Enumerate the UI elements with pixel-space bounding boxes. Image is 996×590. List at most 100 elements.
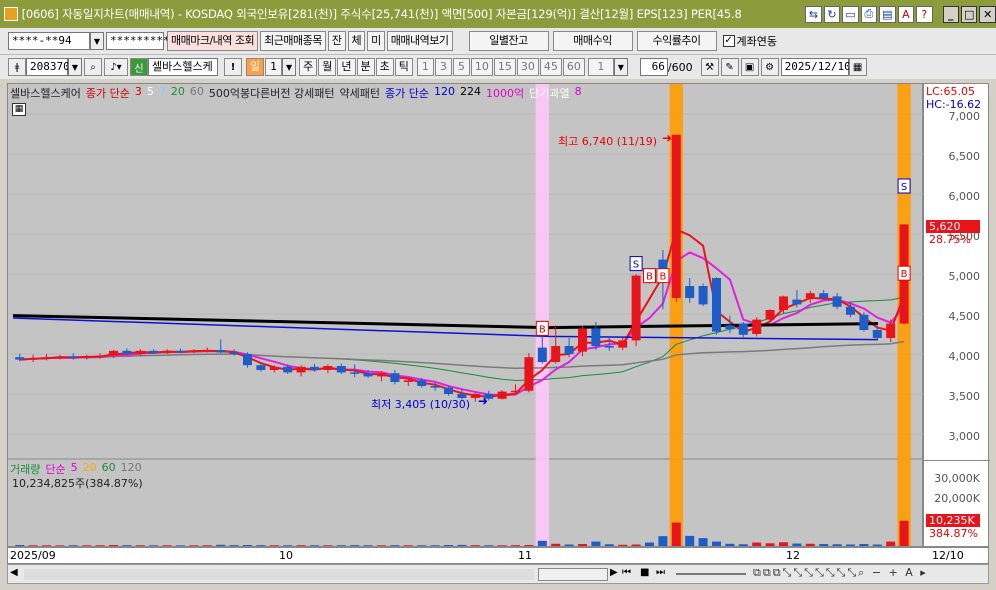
period-year-button[interactable]: 년 bbox=[337, 58, 356, 76]
volume-bar bbox=[95, 545, 105, 546]
chart-area[interactable]: BSBBSB bbox=[7, 83, 924, 547]
stock-name-input[interactable]: 셀바스헬스케 bbox=[148, 58, 218, 76]
interval-5[interactable]: 5 bbox=[452, 58, 470, 76]
candle-body bbox=[256, 365, 266, 370]
interval-60[interactable]: 60 bbox=[562, 58, 585, 76]
volume-bar bbox=[484, 545, 494, 546]
volume-bar bbox=[336, 545, 346, 546]
unexecuted-button[interactable]: 미 bbox=[367, 31, 385, 51]
volume-bar bbox=[55, 545, 65, 546]
settings-icon[interactable]: ⚙ bbox=[760, 58, 779, 76]
account-link-checkbox[interactable]: ✓ 계좌연동 bbox=[722, 33, 777, 49]
period-second-button[interactable]: 초 bbox=[375, 58, 394, 76]
executed-button[interactable]: 체 bbox=[347, 31, 366, 51]
trade-history-button[interactable]: 매매내역보기 bbox=[386, 31, 453, 51]
candle-body bbox=[202, 350, 212, 352]
interval-1[interactable]: 1 bbox=[416, 58, 434, 76]
candle-body bbox=[779, 296, 788, 310]
bottom-scrollbar[interactable]: ◀ ▶ ⏮ ■ ⏭ ⧉⧉⧉⤡⤡⤡⤡⤡⤡⤡⌕ − + A ▸ bbox=[7, 564, 989, 584]
forward-icon[interactable]: ⏭ bbox=[656, 567, 665, 578]
print-icon[interactable]: ⎙ bbox=[860, 5, 878, 23]
interval-10[interactable]: 10 bbox=[470, 58, 493, 76]
candle-body bbox=[109, 350, 118, 356]
alert-icon[interactable]: ! bbox=[224, 58, 242, 76]
lock-icon[interactable]: ǂ bbox=[8, 58, 26, 76]
stock-code-dropdown[interactable]: ▼ bbox=[68, 58, 82, 76]
candle-body bbox=[511, 390, 520, 393]
candle-body bbox=[591, 328, 601, 346]
bar-count-input[interactable]: 66 bbox=[639, 58, 668, 76]
grid-icon[interactable]: ▦ bbox=[12, 103, 26, 116]
scroll-right-icon[interactable]: ▶ bbox=[610, 567, 618, 578]
volume-bar bbox=[738, 544, 748, 546]
interval-30[interactable]: 30 bbox=[516, 58, 539, 76]
count-select[interactable]: 1 bbox=[587, 58, 614, 76]
recent-trades-button[interactable]: 최근매매종목 bbox=[260, 31, 326, 51]
rewind-icon[interactable]: ⏮ bbox=[622, 567, 631, 578]
save-icon[interactable]: ▤ bbox=[879, 5, 896, 23]
volume-tick: 20,000K bbox=[934, 492, 980, 505]
calendar-icon[interactable]: ▦ bbox=[848, 58, 867, 76]
volume-bar bbox=[712, 541, 721, 546]
interval-3[interactable]: 3 bbox=[434, 58, 452, 76]
trade-marker-label: S bbox=[901, 182, 907, 193]
volume-bar bbox=[819, 544, 829, 546]
period-minute-button[interactable]: 분 bbox=[356, 58, 375, 76]
scroll-left-icon[interactable]: ◀ bbox=[10, 567, 18, 578]
draw-icon[interactable]: ✎ bbox=[720, 58, 739, 76]
password-input[interactable]: ********* bbox=[106, 32, 170, 50]
volume-bar bbox=[872, 544, 882, 546]
account-input[interactable]: ****-**94 bbox=[8, 32, 90, 50]
volume-bar bbox=[832, 544, 842, 546]
help-icon[interactable]: ? bbox=[916, 5, 933, 23]
last-volume-tag: 10,235K bbox=[926, 514, 980, 527]
candle-body bbox=[752, 319, 762, 334]
speaker-icon[interactable]: ♪▾ bbox=[104, 58, 128, 76]
period-number[interactable]: 1 bbox=[265, 58, 283, 76]
tools-icon[interactable]: ⚒ bbox=[700, 58, 719, 76]
volume-bar bbox=[444, 545, 453, 546]
interval-15[interactable]: 15 bbox=[493, 58, 516, 76]
period-dropdown[interactable]: ▼ bbox=[282, 58, 297, 76]
daily-balance-button[interactable]: 일별잔고 bbox=[468, 31, 549, 51]
trade-mark-query-button[interactable]: 매매마크/내역 조회 bbox=[167, 31, 259, 51]
date-input[interactable]: 2025/12/10 bbox=[780, 58, 851, 76]
period-week-button[interactable]: 주 bbox=[299, 58, 318, 76]
account-dropdown[interactable]: ▼ bbox=[90, 32, 104, 50]
period-day-button[interactable]: 일 bbox=[246, 58, 265, 76]
price-axis: LC:65.05 HC:-16.62 7,000 6,500 6,000 5,5… bbox=[923, 83, 990, 547]
volume-bar bbox=[497, 545, 507, 546]
count-dropdown[interactable]: ▼ bbox=[613, 58, 628, 76]
period-tick-button[interactable]: 틱 bbox=[394, 58, 413, 76]
stock-code-input[interactable]: 208370 bbox=[26, 58, 70, 76]
search-icon[interactable]: ⌕ bbox=[84, 58, 102, 76]
return-trend-button[interactable]: 수익률추이 bbox=[636, 31, 717, 51]
zoom-slider[interactable] bbox=[676, 573, 746, 575]
low-arrow: ➜ bbox=[478, 394, 489, 408]
candle-body bbox=[524, 357, 534, 391]
link-icon[interactable]: ⇆ bbox=[805, 5, 822, 23]
maximize-button[interactable]: □ bbox=[961, 5, 978, 23]
candle-body bbox=[671, 134, 681, 298]
disk-icon[interactable]: ▣ bbox=[740, 58, 759, 76]
window-icon[interactable]: ▭ bbox=[842, 5, 859, 23]
tool-icons[interactable]: ⧉⧉⧉⤡⤡⤡⤡⤡⤡⤡⌕ − + A ▸ bbox=[753, 566, 928, 580]
price-chart-svg: BSB BSB bbox=[8, 84, 924, 546]
volume-bar bbox=[537, 540, 547, 546]
date-label-dec: 12 bbox=[786, 549, 800, 562]
font-icon[interactable]: A bbox=[897, 5, 915, 23]
trade-profit-button[interactable]: 매매수익 bbox=[552, 31, 633, 51]
candle-body bbox=[886, 323, 896, 338]
date-label-nov: 11 bbox=[518, 549, 532, 562]
balance-button[interactable]: 잔 bbox=[327, 31, 346, 51]
interval-45[interactable]: 45 bbox=[539, 58, 562, 76]
refresh-icon[interactable]: ↻ bbox=[823, 5, 841, 23]
stop-icon[interactable]: ■ bbox=[640, 567, 649, 578]
scroll-thumb[interactable] bbox=[538, 568, 608, 581]
candle-body bbox=[82, 356, 92, 358]
scroll-track[interactable] bbox=[24, 569, 534, 580]
candle-body bbox=[872, 330, 882, 338]
close-button[interactable]: ✕ bbox=[979, 5, 996, 23]
minimize-button[interactable]: _ bbox=[942, 5, 959, 23]
period-month-button[interactable]: 월 bbox=[318, 58, 337, 76]
